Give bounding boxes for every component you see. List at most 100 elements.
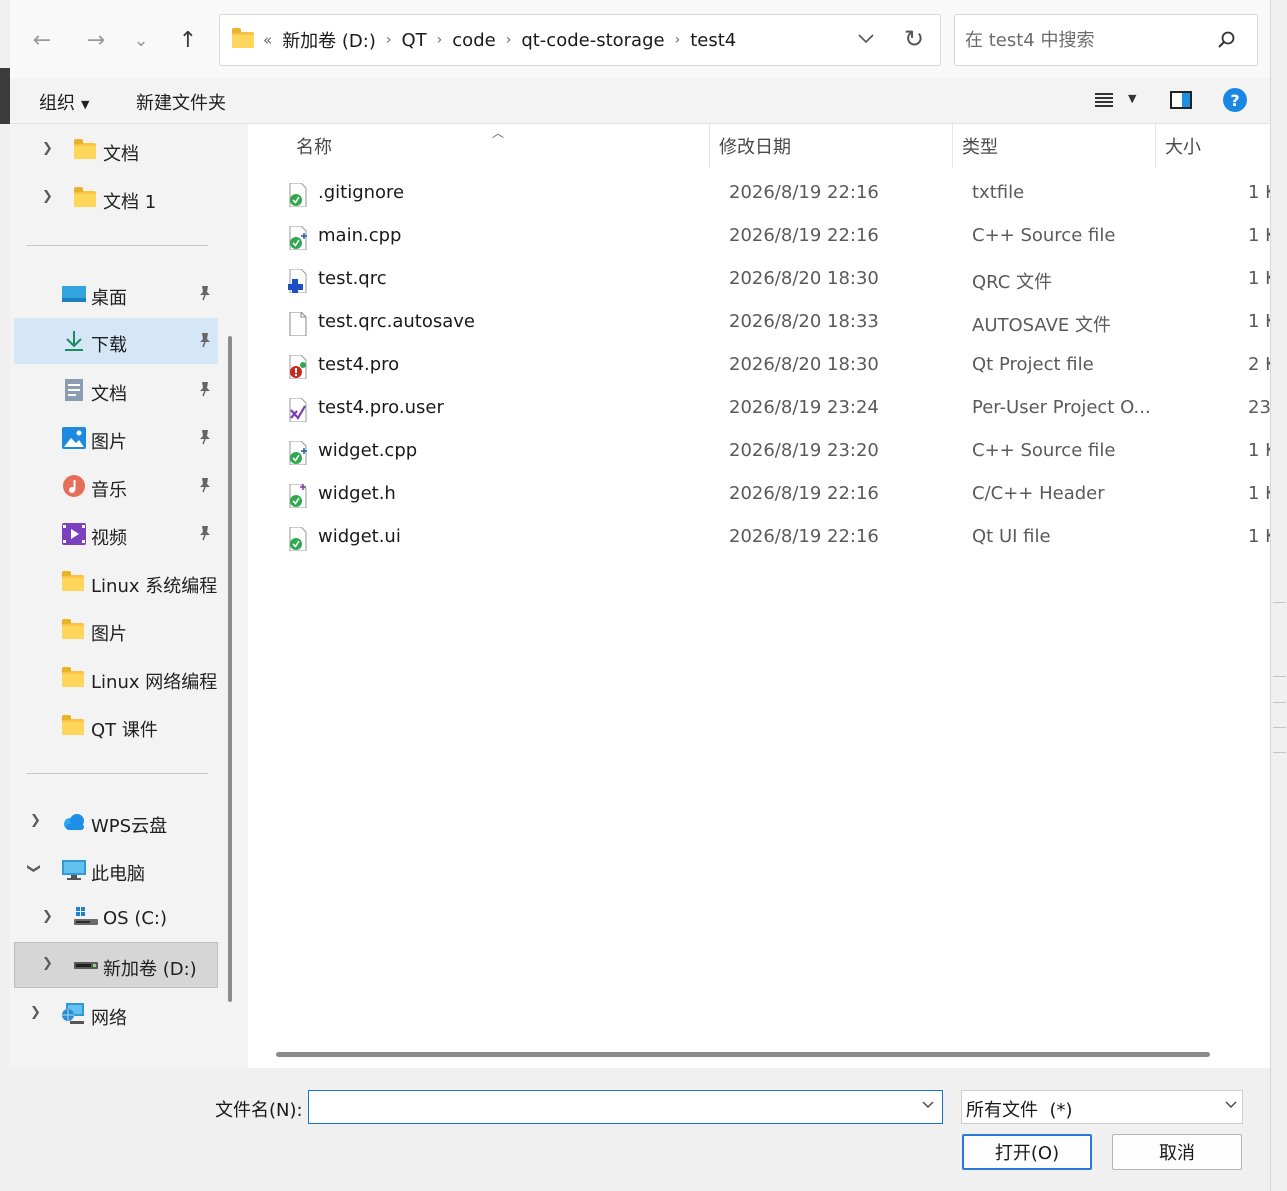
sidebar-item-documents-pinned[interactable]: 文档 [14, 367, 218, 413]
column-separator[interactable] [952, 124, 953, 168]
breadcrumb-item[interactable]: QT [402, 30, 427, 51]
file-name: main.cpp [318, 225, 402, 246]
command-bar: 组织 ▼ 新建文件夹 ▼ ? [10, 78, 1270, 124]
chevron-right-icon[interactable]: ❯ [42, 189, 53, 204]
breadcrumb-overflow[interactable]: « [263, 31, 272, 49]
open-button[interactable]: 打开(O) [962, 1134, 1092, 1170]
organize-button[interactable]: 组织 ▼ [39, 89, 89, 115]
file-row[interactable]: widget.ui 2026/8/19 22:16 Qt UI file 1 K [248, 517, 1277, 560]
file-name: test.qrc.autosave [318, 311, 475, 332]
file-row[interactable]: main.cpp 2026/8/19 22:16 C++ Source file… [248, 216, 1277, 259]
chevron-right-icon[interactable]: ❯ [42, 141, 53, 156]
pin-icon[interactable] [198, 477, 212, 493]
filename-label: 文件名(N): [215, 1100, 303, 1121]
file-date: 2026/8/19 23:20 [729, 440, 879, 461]
document-icon [65, 379, 83, 401]
chevron-right-icon[interactable]: › [386, 32, 392, 48]
pin-icon[interactable] [198, 285, 212, 301]
chevron-right-icon[interactable]: ❯ [30, 1005, 41, 1020]
sidebar-item-c-drive[interactable]: ❯ OS (C:) [14, 895, 218, 941]
search-box[interactable] [954, 14, 1258, 66]
pin-icon[interactable] [198, 525, 212, 541]
file-row[interactable]: widget.cpp 2026/8/19 23:20 C++ Source fi… [248, 431, 1277, 474]
file-row[interactable]: test.qrc.autosave 2026/8/20 18:33 AUTOSA… [248, 302, 1277, 345]
file-row[interactable]: test4.pro.user 2026/8/19 23:24 Per-User … [248, 388, 1287, 431]
breadcrumb-item[interactable]: qt-code-storage [521, 30, 664, 51]
sidebar-item-wps-cloud[interactable]: ❯ WPS云盘 [14, 799, 218, 845]
column-separator[interactable] [709, 124, 710, 168]
sidebar-item-videos[interactable]: 视频 [14, 511, 218, 557]
chevron-right-icon[interactable]: ❯ [30, 813, 41, 828]
pin-icon[interactable] [198, 332, 212, 348]
file-date: 2026/8/20 18:30 [729, 354, 879, 375]
search-icon[interactable] [1217, 30, 1237, 50]
sidebar-item-label: OS (C:) [103, 908, 167, 929]
column-header-name[interactable]: 名称 [296, 124, 332, 168]
file-type: Qt UI file [972, 526, 1051, 547]
sidebar-item-linux-network[interactable]: Linux 网络编程 [14, 655, 218, 701]
sidebar-item-documents[interactable]: ❯ 文档 [14, 127, 218, 173]
sidebar-item-desktop[interactable]: 桌面 [14, 271, 218, 317]
sidebar-scrollbar[interactable] [228, 336, 232, 1002]
chevron-down-icon: ⌄ [133, 29, 149, 51]
navigation-pane: ❯ 文档 ❯ 文档 1 桌面 下载 文档 图片 音乐 视频 Linux 系统编程… [10, 124, 220, 1068]
breadcrumb-item[interactable]: 新加卷 (D:) [282, 27, 376, 53]
breadcrumb-item[interactable]: code [452, 30, 495, 51]
view-list-icon[interactable] [1094, 92, 1114, 108]
sidebar-item-label: 网络 [91, 1008, 127, 1029]
chevron-down-icon[interactable] [921, 1098, 935, 1112]
column-header-type[interactable]: 类型 [962, 124, 998, 168]
chevron-right-icon[interactable]: › [437, 32, 443, 48]
sidebar-item-pictures[interactable]: 图片 [14, 415, 218, 461]
chevron-down-icon[interactable]: ❯ [26, 863, 41, 874]
help-button[interactable]: ? [1223, 88, 1247, 112]
breadcrumb-item[interactable]: test4 [690, 30, 736, 51]
sidebar-item-downloads[interactable]: 下载 [14, 318, 218, 364]
cancel-button[interactable]: 取消 [1112, 1134, 1242, 1170]
file-name: test.qrc [318, 268, 387, 289]
file-name: .gitignore [318, 182, 405, 203]
new-folder-button[interactable]: 新建文件夹 [136, 89, 226, 115]
file-type: AUTOSAVE 文件 [972, 315, 1111, 336]
up-button[interactable]: ↑ [170, 22, 206, 58]
chevron-right-icon[interactable]: › [675, 32, 681, 48]
chevron-right-icon[interactable]: › [506, 32, 512, 48]
sidebar-item-linux-system[interactable]: Linux 系统编程 [14, 559, 218, 605]
sidebar-item-qt-courseware[interactable]: QT 课件 [14, 703, 218, 749]
filter-value: 所有文件 (*) [966, 1100, 1073, 1121]
horizontal-scrollbar[interactable] [276, 1052, 1210, 1057]
column-header-date[interactable]: 修改日期 [719, 124, 791, 168]
forward-button[interactable]: → [78, 22, 114, 58]
preview-pane-button[interactable] [1170, 91, 1192, 109]
sidebar-item-label: 视频 [91, 528, 127, 549]
sidebar-item-documents-1[interactable]: ❯ 文档 1 [14, 175, 218, 221]
sidebar-item-network[interactable]: ❯ 网络 [14, 991, 218, 1037]
pin-icon[interactable] [198, 381, 212, 397]
file-row[interactable]: test4.pro 2026/8/20 18:30 Qt Project fil… [248, 345, 1277, 388]
sidebar-item-d-drive[interactable]: ❯ 新加卷 (D:) [14, 942, 218, 988]
filename-input[interactable] [309, 1091, 909, 1123]
chevron-right-icon[interactable]: ❯ [42, 956, 53, 971]
file-row[interactable]: .gitignore 2026/8/19 22:16 txtfile 1 K [248, 173, 1277, 216]
address-bar[interactable]: « 新加卷 (D:) › QT › code › qt-code-storage… [219, 14, 941, 66]
refresh-button[interactable]: ↻ [904, 25, 924, 53]
sidebar-item-label: QT 课件 [91, 720, 158, 741]
file-type-filter[interactable]: 所有文件 (*) [961, 1090, 1243, 1124]
address-history-button[interactable] [857, 29, 875, 52]
sidebar-item-label: 下载 [91, 335, 127, 356]
view-options-button[interactable]: ▼ [1128, 92, 1136, 105]
filename-combobox[interactable] [308, 1090, 943, 1124]
file-row[interactable]: test.qrc 2026/8/20 18:30 QRC 文件 1 K [248, 259, 1277, 302]
column-header-size[interactable]: 大小 [1165, 124, 1201, 168]
sidebar-item-this-pc[interactable]: ❯ 此电脑 [14, 847, 218, 893]
back-button[interactable]: ← [24, 22, 60, 58]
chevron-right-icon[interactable]: ❯ [42, 909, 53, 924]
pin-icon[interactable] [198, 429, 212, 445]
qrc-file-icon [288, 269, 307, 293]
search-input[interactable] [955, 15, 1215, 65]
sidebar-item-music[interactable]: 音乐 [14, 463, 218, 509]
sidebar-item-pictures-folder[interactable]: 图片 [14, 607, 218, 653]
column-separator[interactable] [1155, 124, 1156, 168]
file-row[interactable]: widget.h 2026/8/19 22:16 C/C++ Header 1 … [248, 474, 1277, 517]
recent-locations-button[interactable]: ⌄ [123, 22, 159, 58]
